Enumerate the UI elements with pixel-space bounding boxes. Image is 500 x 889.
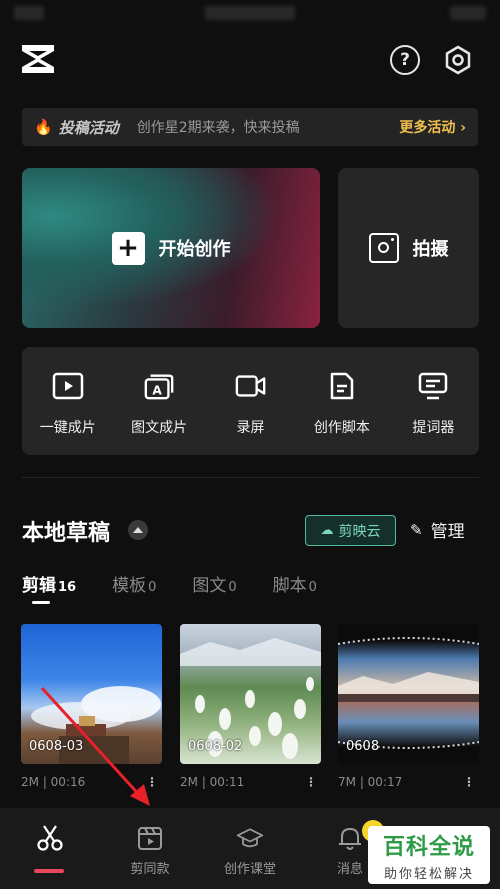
script-doc-icon <box>326 371 358 401</box>
help-icon[interactable]: ? <box>390 45 420 75</box>
active-tab-indicator <box>32 601 50 604</box>
capcut-logo <box>20 42 56 76</box>
graduation-cap-icon <box>236 824 264 852</box>
status-bar <box>0 0 500 30</box>
promo-text: 创作星2期来袭，快来投稿 <box>136 120 300 136</box>
more-options-icon[interactable]: ⋮ <box>463 775 475 789</box>
tool-text-to-video[interactable]: A 图文成片 <box>113 347 204 455</box>
project-name: 0608 <box>346 739 380 754</box>
scissors-icon <box>36 824 64 852</box>
plus-icon: + <box>111 231 145 265</box>
settings-icon[interactable] <box>442 44 474 80</box>
nav-edit[interactable] <box>0 808 100 889</box>
draft-tabs: 剪辑 16 模板 0 图文 0 脚本 0 <box>22 571 353 596</box>
watermark-title: 百科全说 <box>382 834 475 860</box>
bell-icon <box>336 824 364 852</box>
project-size: 2M <box>180 775 198 789</box>
project-name: 0608-02 <box>188 739 243 754</box>
tab-image-text[interactable]: 图文 0 <box>192 571 236 596</box>
local-drafts-title: 本地草稿 <box>22 521 111 546</box>
svg-text:A: A <box>152 383 162 397</box>
tool-label: 录屏 <box>236 420 265 436</box>
project-duration: 00:11 <box>209 775 245 789</box>
more-options-icon[interactable]: ⋮ <box>305 775 317 789</box>
start-create-button[interactable]: + 开始创作 <box>22 168 320 328</box>
project-duration: 00:17 <box>367 775 403 789</box>
video-camera-icon <box>235 371 267 401</box>
nav-active-indicator <box>34 869 64 873</box>
cloud-button[interactable]: ☁ 剪映云 <box>305 515 396 546</box>
start-create-label: 开始创作 <box>158 239 231 260</box>
section-divider <box>22 477 479 478</box>
tab-edit[interactable]: 剪辑 16 <box>22 571 76 596</box>
project-meta: 2M | 00:11 ⋮ <box>180 775 317 789</box>
play-square-icon <box>52 371 84 401</box>
nav-label: 创作课堂 <box>223 862 276 877</box>
tab-script[interactable]: 脚本 0 <box>273 571 317 596</box>
teleprompter-icon <box>417 371 449 401</box>
watermark-subtitle: 助你轻松解决 <box>383 866 474 882</box>
project-meta: 7M | 00:17 ⋮ <box>338 775 475 789</box>
tab-template[interactable]: 模板 0 <box>112 571 156 596</box>
tool-teleprompter[interactable]: 提词器 <box>388 347 479 455</box>
tool-creative-script[interactable]: 创作脚本 <box>296 347 387 455</box>
project-thumbnail[interactable]: 0608 <box>338 624 479 764</box>
tools-panel: 一键成片 A 图文成片 录屏 创作脚本 提词器 <box>22 347 479 455</box>
tool-label: 创作脚本 <box>313 420 370 436</box>
cloud-label: 剪映云 <box>338 523 381 540</box>
promo-banner[interactable]: 🔥 投稿活动 创作星2期来袭，快来投稿 更多活动 › <box>22 108 478 146</box>
project-size: 7M <box>338 775 356 789</box>
project-thumbnail[interactable]: 0608-02 <box>180 624 321 764</box>
text-to-video-icon: A <box>143 371 175 401</box>
more-activities-link[interactable]: 更多活动 › <box>399 117 466 137</box>
tool-label: 一键成片 <box>39 420 96 436</box>
fire-icon: 🔥 <box>34 118 53 136</box>
nav-label: 消息 <box>336 862 363 877</box>
pencil-icon: ✎ <box>410 520 423 539</box>
tool-label: 提词器 <box>412 420 455 436</box>
nav-classroom[interactable]: 创作课堂 <box>200 808 300 889</box>
watermark: 百科全说 助你轻松解决 <box>368 826 490 884</box>
shoot-button[interactable]: 拍摄 <box>338 168 479 328</box>
tool-screen-record[interactable]: 录屏 <box>205 347 296 455</box>
nav-templates[interactable]: 剪同款 <box>100 808 200 889</box>
collapse-caret-icon[interactable] <box>128 520 148 540</box>
annotation-arrow <box>40 686 150 806</box>
tool-label: 图文成片 <box>131 420 188 436</box>
cloud-upload-icon: ☁ <box>320 523 334 538</box>
manage-label: 管理 <box>430 522 465 542</box>
promo-tag: 投稿活动 <box>58 118 119 137</box>
camera-icon <box>368 233 399 263</box>
tool-one-click-video[interactable]: 一键成片 <box>22 347 113 455</box>
shoot-label: 拍摄 <box>412 239 449 260</box>
nav-label: 剪同款 <box>130 862 170 877</box>
clapperboard-icon <box>136 824 164 852</box>
manage-button[interactable]: ✎ 管理 <box>410 517 465 543</box>
